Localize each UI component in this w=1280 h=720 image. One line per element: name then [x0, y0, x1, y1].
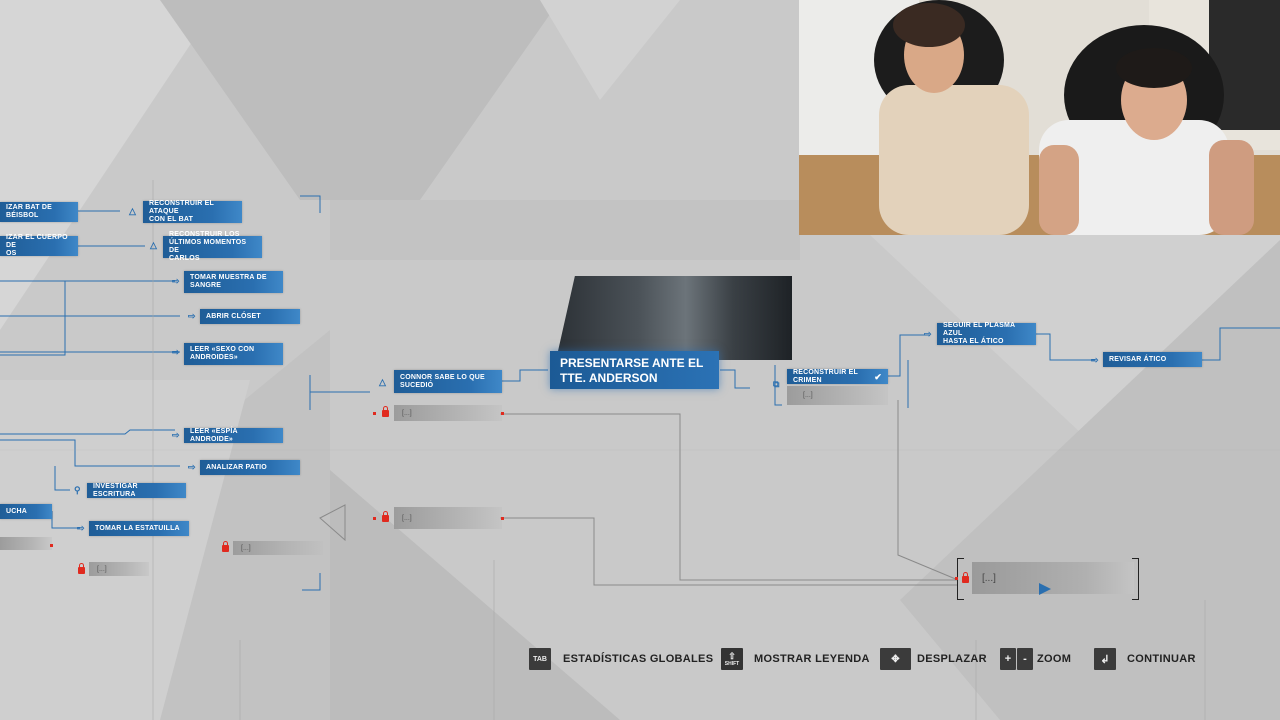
node-reconstruir-crimen[interactable]: RECONSTRUIR EL CRIMEN ✔: [787, 369, 888, 384]
main-node-label: PRESENTARSE ANTE EL TTE. ANDERSON: [560, 356, 704, 385]
node-label: SEGUIR EL PLASMA AZUL HASTA EL ÁTICO: [943, 322, 1016, 345]
triangle-icon: △: [129, 206, 136, 216]
triangle-icon: △: [150, 240, 157, 250]
lock-dot: [501, 412, 504, 415]
arrow-right-icon: ⇨: [188, 462, 196, 472]
arrow-right-icon: ⇨: [1091, 355, 1099, 365]
shift-key-icon: ⇧ SHIFT: [721, 648, 743, 670]
hud-zoom[interactable]: + - ZOOM: [1000, 648, 1071, 670]
checkmark-icon: ✔: [874, 371, 882, 382]
locked-label: [...]: [97, 565, 107, 573]
hud-move[interactable]: ✥ DESPLAZAR: [880, 648, 987, 670]
arrow-right-icon: ⇨: [172, 347, 180, 357]
node-label: CONNOR SABE LO QUE SUCEDIÓ: [400, 373, 485, 389]
locked-node: [...]: [394, 405, 502, 421]
hud-move-label: DESPLAZAR: [917, 653, 987, 665]
lock-icon: [382, 406, 389, 417]
node-connor-sabe[interactable]: CONNOR SABE LO QUE SUCEDIÓ: [394, 370, 502, 393]
node-label: RECONSTRUIR EL ATAQUE CON EL BAT: [149, 200, 214, 223]
node-abrir-closet[interactable]: ABRIR CLÓSET: [200, 309, 300, 324]
node-reconstruir-carlos[interactable]: RECONSTRUIR LOS ÚLTIMOS MOMENTOS DE CARL…: [163, 231, 262, 262]
node-reconstruir-ataque[interactable]: RECONSTRUIR EL ATAQUE CON EL BAT: [143, 200, 242, 223]
lock-icon: [382, 511, 389, 522]
locked-node: [...]: [787, 386, 888, 405]
arrow-right-icon: ⇨: [188, 311, 196, 321]
hud-zoom-label: ZOOM: [1037, 653, 1072, 665]
arrow-right-icon: ⇨: [924, 329, 932, 339]
lock-icon: [78, 563, 85, 574]
locked-label: [...]: [803, 392, 813, 399]
node-ducha[interactable]: UCHA: [0, 504, 52, 519]
hud-continue-label: CONTINUAR: [1127, 653, 1196, 665]
node-tomar-estatuilla[interactable]: TOMAR LA ESTATUILLA: [89, 521, 189, 536]
arrow-right-icon: ⇨: [172, 276, 180, 286]
hud-continue[interactable]: ↲ CONTINUAR: [1094, 648, 1196, 670]
locked-node: [0, 537, 52, 550]
shift-key-label: SHIFT: [724, 660, 740, 667]
locked-label: [...]: [982, 572, 996, 584]
hud-legend-label: MOSTRAR LEYENDA: [754, 653, 870, 665]
node-label: ABRIR CLÓSET: [206, 312, 261, 320]
play-cursor-icon: [1039, 583, 1051, 595]
hud-tab[interactable]: TAB ESTADÍSTICAS GLOBALES: [529, 648, 713, 670]
node-analizar-cuerpo[interactable]: IZAR EL CUERPO DE OS: [0, 234, 78, 257]
hud-tab-label: ESTADÍSTICAS GLOBALES: [563, 653, 714, 665]
node-revisar-atico[interactable]: REVISAR ÁTICO: [1103, 352, 1202, 367]
lock-dot: [373, 412, 376, 415]
node-tomar-sangre[interactable]: TOMAR MUESTRA DE SANGRE: [184, 271, 283, 293]
locked-label: [...]: [402, 409, 412, 417]
node-label: IZAR EL CUERPO DE OS: [6, 234, 68, 257]
arrow-right-icon: ⇨: [77, 523, 85, 533]
locked-node: [...]: [89, 562, 149, 576]
node-presentarse-anderson[interactable]: PRESENTARSE ANTE EL TTE. ANDERSON: [550, 351, 719, 389]
locked-node: [...]: [233, 541, 323, 555]
node-label: REVISAR ÁTICO: [1109, 355, 1167, 363]
lock-icon: [222, 541, 229, 552]
node-label: ANALIZAR PATIO: [206, 463, 267, 471]
zoom-plus-key: +: [1000, 648, 1016, 670]
move-arrows-icon: ✥: [880, 648, 911, 670]
node-leer-espia[interactable]: LEER «ESPÍA ANDROIDE»: [184, 428, 283, 443]
node-label: LEER «SEXO CON ANDROIDES»: [190, 346, 255, 361]
locked-label: [...]: [402, 514, 412, 522]
magnifier-icon: ⚲: [74, 485, 81, 495]
node-label: UCHA: [6, 507, 28, 515]
copy-icon: ⧉: [773, 379, 780, 389]
hud-legend[interactable]: ⇧ SHIFT MOSTRAR LEYENDA: [721, 648, 870, 670]
tab-key: TAB: [529, 648, 551, 670]
triangle-icon: △: [379, 377, 386, 387]
node-label: RECONSTRUIR LOS ÚLTIMOS MOMENTOS DE CARL…: [169, 231, 247, 262]
node-label: IZAR BAT DE BÉISBOL: [6, 204, 53, 219]
scene-thumbnail: [556, 276, 792, 360]
locked-label: [...]: [241, 544, 251, 552]
arrow-right-icon: ⇨: [172, 430, 180, 440]
webcam-overlay: [799, 0, 1280, 235]
node-label: TOMAR MUESTRA DE SANGRE: [190, 274, 267, 289]
enter-key-icon: ↲: [1094, 648, 1116, 670]
lock-dot: [50, 544, 53, 547]
node-label: INVESTIGAR ESCRITURA: [93, 482, 138, 498]
node-analizar-bat[interactable]: IZAR BAT DE BÉISBOL: [0, 202, 78, 222]
locked-node: [...]: [394, 507, 502, 529]
node-leer-sexo[interactable]: LEER «SEXO CON ANDROIDES»: [184, 343, 283, 365]
node-label: LEER «ESPÍA ANDROIDE»: [190, 427, 238, 443]
webcam-scene: [799, 0, 1280, 235]
arrow-up-icon: ⇧: [728, 650, 736, 661]
lock-icon: [962, 572, 969, 583]
lock-dot: [373, 517, 376, 520]
node-label: TOMAR LA ESTATUILLA: [95, 524, 180, 532]
final-locked-node[interactable]: [...]: [972, 562, 1134, 594]
lock-dot: [501, 517, 504, 520]
node-label: RECONSTRUIR EL CRIMEN: [793, 368, 858, 384]
lock-dot: [955, 577, 958, 580]
zoom-minus-key: -: [1017, 648, 1033, 670]
node-investigar-escritura[interactable]: INVESTIGAR ESCRITURA: [87, 483, 186, 498]
node-seguir-plasma[interactable]: SEGUIR EL PLASMA AZUL HASTA EL ÁTICO: [937, 322, 1036, 345]
node-analizar-patio[interactable]: ANALIZAR PATIO: [200, 460, 300, 475]
